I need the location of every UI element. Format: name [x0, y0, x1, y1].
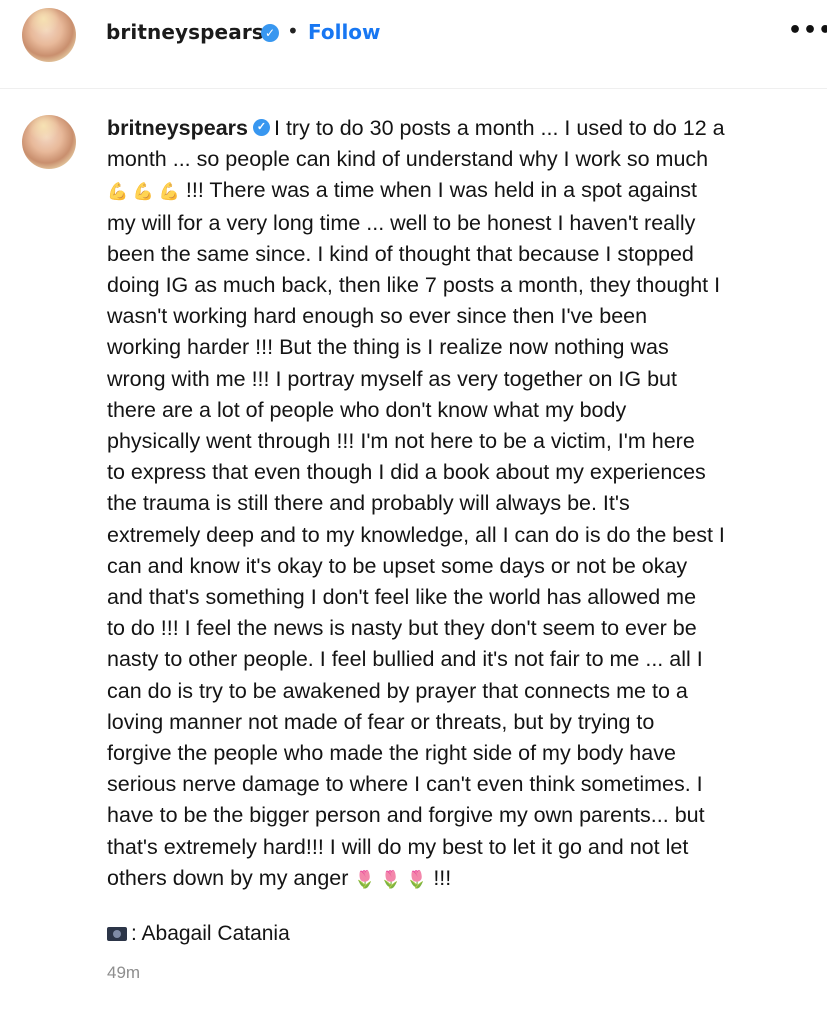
caption-line: the trauma is still there and probably w…	[107, 491, 630, 516]
profile-avatar[interactable]	[22, 8, 76, 62]
caption-line: can and know it's okay to be upset some …	[107, 553, 688, 578]
caption-line: been the same since. I kind of thought t…	[107, 241, 694, 266]
verified-badge-icon: ✓	[253, 118, 271, 136]
caption-line: doing IG as much back, then like 7 posts…	[107, 273, 721, 298]
caption-line: wrong with me !!! I portray myself as ve…	[107, 366, 677, 391]
caption-username[interactable]: britneyspears	[107, 116, 248, 140]
header-separator: •	[287, 19, 299, 43]
caption-line: that's extremely hard!!! I will do my be…	[107, 834, 689, 859]
caption-line: to do !!! I feel the news is nasty but t…	[107, 616, 697, 641]
post-timestamp[interactable]: 49m	[107, 963, 140, 983]
caption-line: my will for a very long time ... well to…	[107, 210, 696, 235]
caption-line: month ... so people can kind of understa…	[107, 147, 709, 172]
caption-line: to express that even though I did a book…	[107, 460, 706, 485]
caption-line: !!! There was a time when I was held in …	[179, 178, 698, 203]
photo-credit: : Abagail Catania	[107, 922, 290, 946]
caption-line-end: !!!	[427, 865, 452, 890]
caption-line: wasn't working hard enough so ever since…	[107, 304, 648, 329]
header-username[interactable]: britneyspears	[106, 20, 264, 44]
verified-badge-icon: ✓	[261, 24, 279, 42]
caption-line: nasty to other people. I feel bullied an…	[107, 647, 703, 672]
photo-credit-text: : Abagail Catania	[131, 922, 290, 945]
caption-line: serious nerve damage to where I can't ev…	[107, 772, 703, 797]
header-divider	[0, 88, 827, 89]
flexed-biceps-emoji-icon: 💪 💪 💪	[107, 182, 180, 202]
caption-line: others down by my anger	[107, 865, 355, 890]
caption-line: can do is try to be awakened by prayer t…	[107, 678, 688, 703]
caption-line: loving manner not made of fear or threat…	[107, 709, 655, 734]
more-options-icon[interactable]: •••	[788, 18, 827, 43]
caption-line: physically went through !!! I'm not here…	[107, 429, 695, 454]
caption-line: and that's something I don't feel like t…	[107, 585, 697, 610]
post-header: britneyspears ✓ • Follow •••	[0, 0, 827, 80]
caption-avatar[interactable]	[22, 115, 76, 169]
caption-line: working harder !!! But the thing is I re…	[107, 335, 669, 360]
camera-icon	[107, 927, 127, 941]
caption-text: britneyspears ✓ I try to do 30 posts a mon…	[107, 113, 807, 895]
follow-button[interactable]: Follow	[308, 20, 381, 44]
tulip-emoji-icon: 🌷 🌷 🌷	[354, 869, 428, 889]
caption-line: have to be the bigger person and forgive…	[107, 803, 705, 828]
caption-line: I try to do 30 posts a month ... I used …	[274, 116, 725, 140]
instagram-post-page: britneyspears ✓ • Follow ••• britneyspea…	[0, 0, 827, 1024]
caption-line: forgive the people who made the right si…	[107, 741, 676, 766]
caption-line: there are a lot of people who don't know…	[107, 397, 627, 422]
caption-line: extremely deep and to my knowledge, all …	[107, 522, 725, 547]
